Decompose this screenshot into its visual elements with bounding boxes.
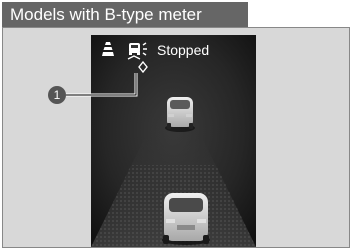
section-header: Models with B-type meter xyxy=(2,2,248,27)
lead-vehicle xyxy=(165,97,195,132)
callout-diamond-icon xyxy=(138,61,148,73)
meter-display: Stopped xyxy=(91,35,256,247)
section-title: Models with B-type meter xyxy=(10,5,202,24)
status-text: Stopped xyxy=(157,42,210,58)
own-vehicle xyxy=(162,193,210,245)
callout-number: 1 xyxy=(48,86,66,104)
road-lanes-icon xyxy=(102,42,114,56)
meter-scene xyxy=(91,35,256,247)
lead-car-icon xyxy=(127,42,147,60)
manual-figure: Models with B-type meter Stopped 1 xyxy=(0,0,357,252)
